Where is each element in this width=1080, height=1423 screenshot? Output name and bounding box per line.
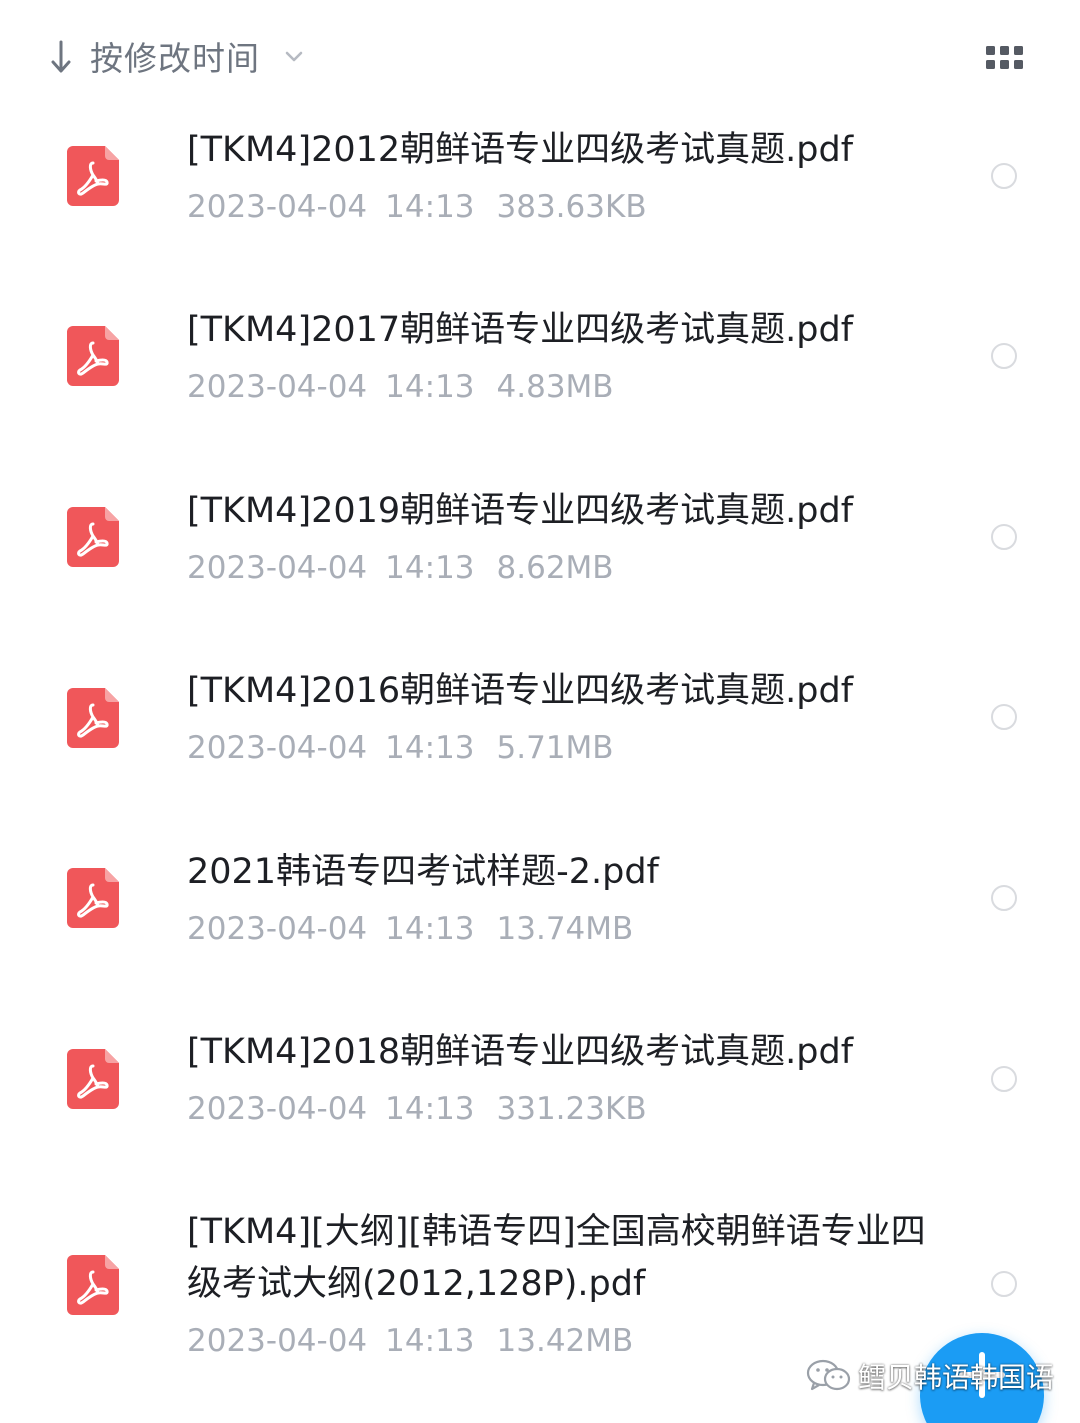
file-meta: 2023-04-04 14:13 331.23KB [187, 1089, 647, 1129]
file-time: 14:13 [385, 1091, 475, 1127]
file-time: 14:13 [385, 550, 475, 586]
file-row[interactable]: [TKM4]2017朝鲜语专业四级考试真题.pdf 2023-04-04 14:1… [0, 270, 1080, 450]
file-name: [TKM4]2017朝鲜语专业四级考试真题.pdf [187, 310, 854, 350]
file-time: 14:13 [385, 189, 475, 225]
file-size: 5.71MB [496, 730, 614, 766]
file-meta: 2023-04-04 14:13 13.42MB [187, 1321, 633, 1361]
select-radio[interactable] [991, 343, 1017, 369]
file-size: 383.63KB [496, 189, 647, 225]
file-time: 14:13 [385, 730, 475, 766]
select-radio[interactable] [991, 885, 1017, 911]
file-row[interactable]: [TKM4]2012朝鲜语专业四级考试真题.pdf 2023-04-04 14:1… [0, 0, 1080, 270]
file-date: 2023-04-04 [187, 550, 368, 586]
file-meta: 2023-04-04 14:13 383.63KB [187, 187, 647, 227]
file-meta: 2023-04-04 14:13 5.71MB [187, 728, 614, 768]
select-radio[interactable] [991, 1271, 1017, 1297]
file-meta: 2023-04-04 14:13 13.74MB [187, 909, 633, 949]
select-radio[interactable] [991, 524, 1017, 550]
pdf-file-icon [67, 146, 119, 206]
file-size: 13.74MB [496, 911, 634, 947]
file-list-page: 按修改时间 [TKM4]2012朝鲜语专业四级考试真题.pdf 2023-04-… [0, 0, 1080, 1423]
file-date: 2023-04-04 [187, 1323, 368, 1359]
file-meta: 2023-04-04 14:13 4.83MB [187, 367, 614, 407]
file-date: 2023-04-04 [187, 911, 368, 947]
file-size: 13.42MB [496, 1323, 634, 1359]
select-radio[interactable] [991, 1066, 1017, 1092]
file-row[interactable]: [TKM4]2016朝鲜语专业四级考试真题.pdf 2023-04-04 14:1… [0, 630, 1080, 810]
pdf-file-icon [67, 507, 119, 567]
file-meta: 2023-04-04 14:13 8.62MB [187, 548, 614, 588]
watermark: 鳕贝韩语韩国语 [806, 1356, 1054, 1396]
file-row[interactable]: [TKM4]2019朝鲜语专业四级考试真题.pdf 2023-04-04 14:1… [0, 450, 1080, 630]
file-row[interactable]: [TKM4]2018朝鲜语专业四级考试真题.pdf 2023-04-04 14:1… [0, 990, 1080, 1170]
file-name: [TKM4]2018朝鲜语专业四级考试真题.pdf [187, 1032, 854, 1072]
file-time: 14:13 [385, 911, 475, 947]
pdf-file-icon [67, 688, 119, 748]
select-radio[interactable] [991, 704, 1017, 730]
file-size: 4.83MB [496, 369, 614, 405]
file-date: 2023-04-04 [187, 369, 368, 405]
file-time: 14:13 [385, 369, 475, 405]
file-name: 2021韩语专四考试样题-2.pdf [187, 852, 659, 892]
file-name: [TKM4]2012朝鲜语专业四级考试真题.pdf [187, 130, 854, 170]
file-date: 2023-04-04 [187, 189, 368, 225]
wechat-icon [806, 1359, 851, 1391]
file-size: 331.23KB [496, 1091, 647, 1127]
file-name: [TKM4][大纲][韩语专四]全国高校朝鲜语专业四级考试大纲(2012,128… [187, 1212, 926, 1304]
pdf-file-icon [67, 1049, 119, 1109]
file-time: 14:13 [385, 1323, 475, 1359]
pdf-file-icon [67, 868, 119, 928]
pdf-file-icon [67, 1255, 119, 1315]
watermark-text: 鳕贝韩语韩国语 [858, 1361, 1055, 1394]
select-radio[interactable] [991, 163, 1017, 189]
file-name: [TKM4]2016朝鲜语专业四级考试真题.pdf [187, 671, 854, 711]
file-row[interactable]: 2021韩语专四考试样题-2.pdf 2023-04-04 14:13 13.74M… [0, 810, 1080, 990]
file-date: 2023-04-04 [187, 1091, 368, 1127]
file-size: 8.62MB [496, 550, 614, 586]
file-name: [TKM4]2019朝鲜语专业四级考试真题.pdf [187, 491, 854, 531]
pdf-file-icon [67, 326, 119, 386]
file-date: 2023-04-04 [187, 730, 368, 766]
